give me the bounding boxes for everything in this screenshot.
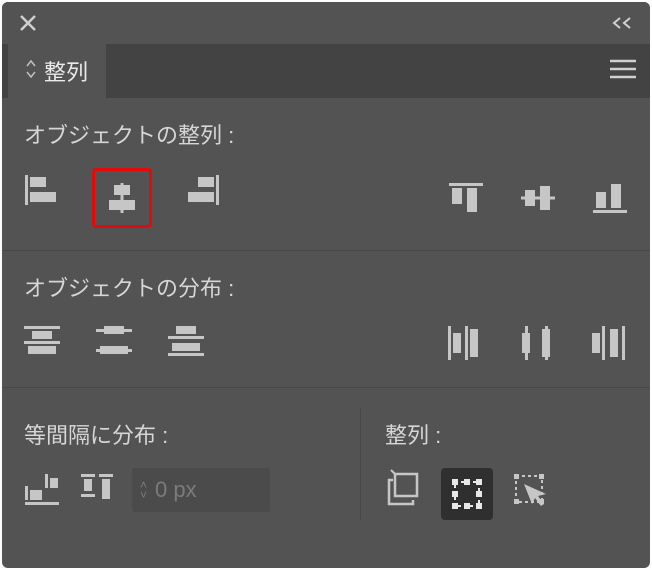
stepper-icon[interactable]: ˄ ˅ — [140, 481, 147, 499]
tab-drag-icon — [26, 58, 36, 84]
dist-right-button[interactable] — [588, 321, 632, 365]
spacing-value: 0 px — [155, 477, 197, 503]
align-to-section-label: 整列 : — [385, 418, 632, 450]
dist-left-button[interactable] — [444, 321, 488, 365]
panel-menu-icon[interactable] — [610, 59, 636, 84]
align-row — [20, 168, 632, 228]
align-to-selection-button[interactable] — [441, 468, 493, 520]
align-to-key-object-button[interactable] — [509, 468, 553, 512]
close-icon[interactable] — [14, 9, 42, 37]
tab-label: 整列 — [44, 55, 88, 87]
panel-titlebar — [2, 2, 650, 44]
align-hcenter-button[interactable] — [92, 168, 152, 228]
space-vertical-button[interactable] — [76, 468, 120, 512]
align-panel: 整列 オブジェクトの整列 : — [2, 2, 650, 568]
space-horizontal-button[interactable] — [20, 468, 64, 512]
align-section-label: オブジェクトの整列 : — [24, 118, 632, 150]
divider — [2, 387, 650, 388]
align-left-button[interactable] — [20, 168, 64, 212]
divider — [2, 250, 650, 251]
align-right-button[interactable] — [180, 168, 224, 212]
collapse-icon[interactable] — [610, 9, 638, 37]
spacing-section-label: 等間隔に分布 : — [24, 418, 360, 450]
align-bottom-button[interactable] — [588, 176, 632, 220]
align-top-button[interactable] — [444, 176, 488, 220]
distribute-row — [20, 321, 632, 365]
tab-row: 整列 — [2, 44, 650, 98]
spacing-field[interactable]: ˄ ˅ 0 px — [132, 468, 270, 512]
dist-hcenter-button[interactable] — [516, 321, 560, 365]
dist-top-button[interactable] — [20, 321, 64, 365]
align-vcenter-button[interactable] — [516, 176, 560, 220]
step-down-icon[interactable]: ˅ — [140, 491, 147, 499]
align-to-artboard-button[interactable] — [381, 468, 425, 512]
bottom-row: 等間隔に分布 : ˄ ˅ 0 px — [20, 408, 632, 520]
dist-vcenter-button[interactable] — [92, 321, 136, 365]
panel-body: オブジェクトの整列 : — [2, 98, 650, 568]
tab-align[interactable]: 整列 — [8, 44, 106, 98]
distribute-section-label: オブジェクトの分布 : — [24, 271, 632, 303]
dist-bottom-button[interactable] — [164, 321, 208, 365]
